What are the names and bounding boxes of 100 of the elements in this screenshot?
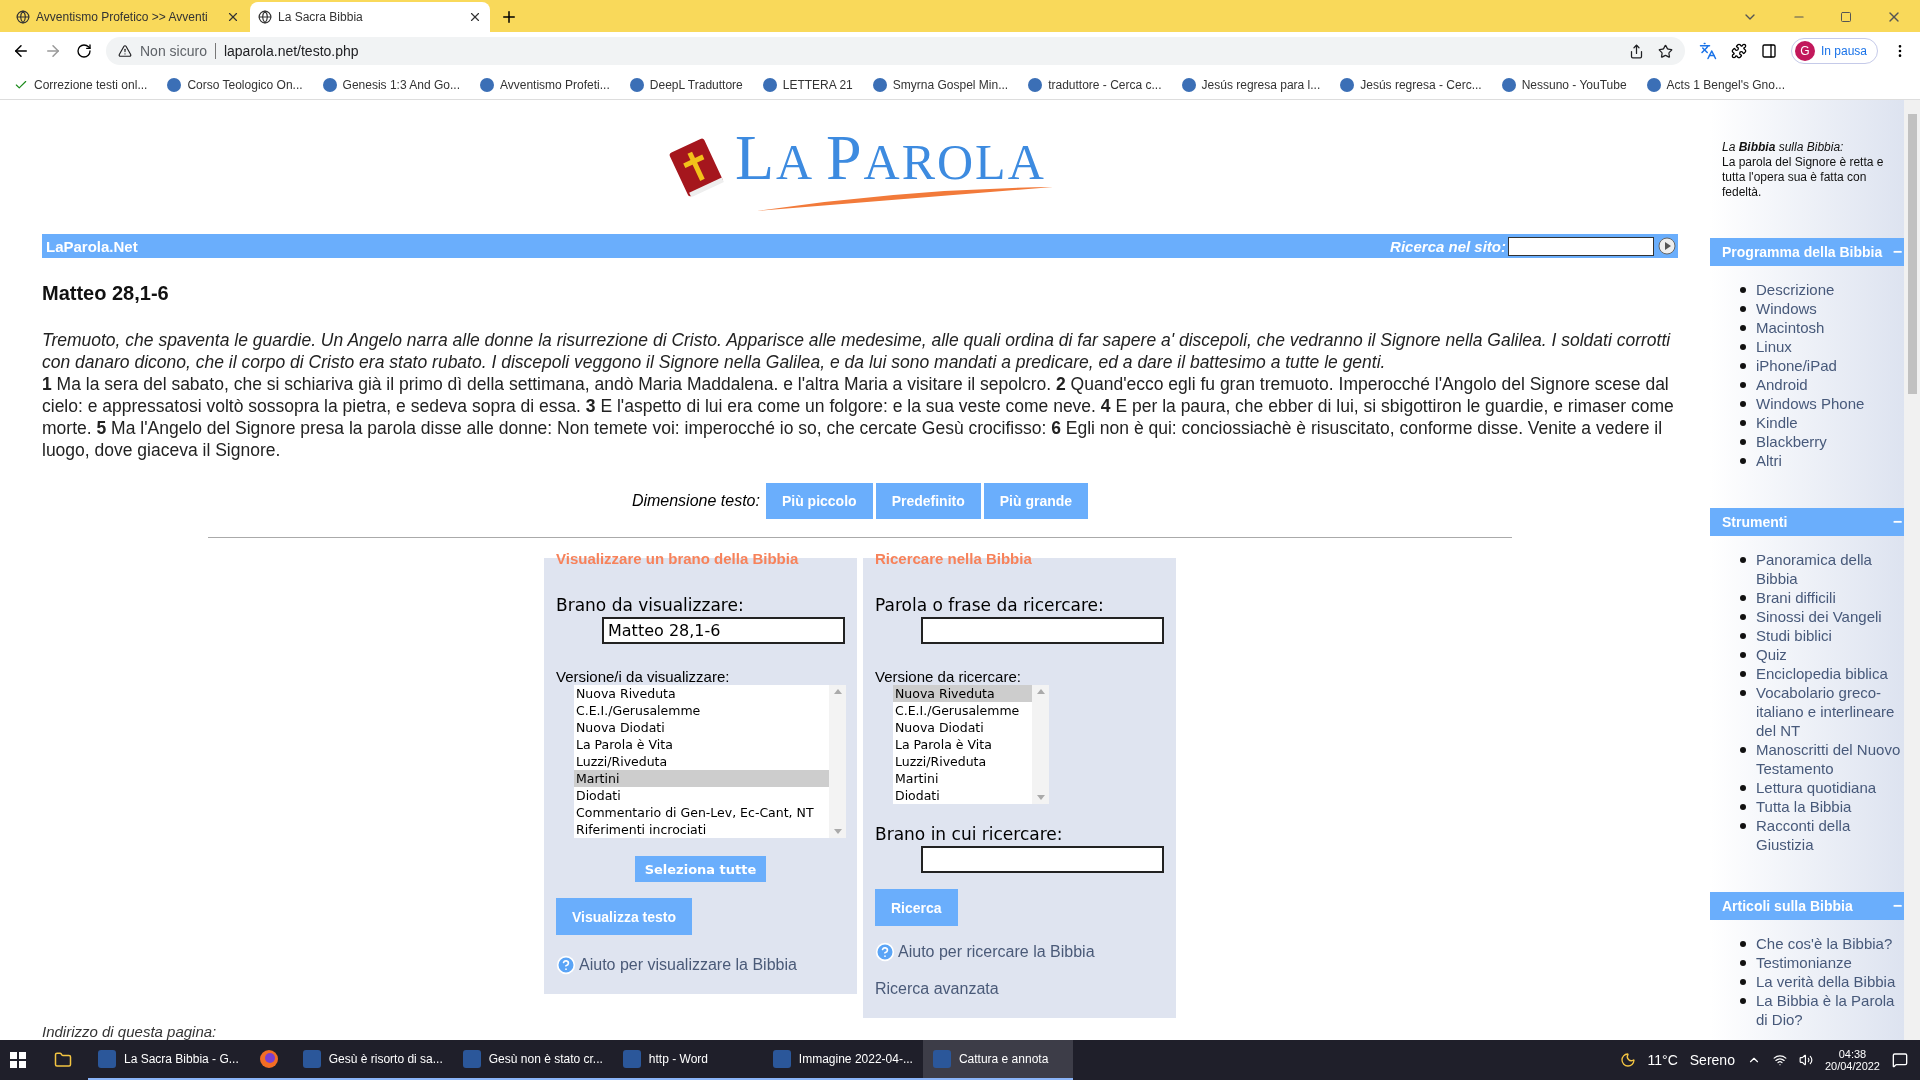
back-icon[interactable] <box>12 42 30 60</box>
sidebar-link[interactable]: Macintosh <box>1756 318 1825 337</box>
puzzle-icon[interactable] <box>1730 43 1747 59</box>
help-link[interactable]: Aiuto per ricercare la Bibbia <box>875 942 1164 962</box>
version-option[interactable]: Riferimenti incrociati <box>574 821 829 838</box>
version-option[interactable]: Nuova Riveduta <box>574 685 829 702</box>
share-icon[interactable] <box>1628 43 1644 59</box>
sidebar-link[interactable]: iPhone/iPad <box>1756 356 1837 375</box>
bookmark[interactable]: DeepL Traduttore <box>629 77 743 92</box>
version-option[interactable]: Commentario di Gen-Lev, Ec-Cant, NT <box>574 804 829 821</box>
version-option[interactable]: La Parola è Vita <box>893 736 1032 753</box>
sidebar-link[interactable]: Lettura quotidiana <box>1756 778 1877 797</box>
close-icon[interactable] <box>468 10 482 24</box>
version-option[interactable]: Nuova Diodati <box>574 719 829 736</box>
sidebar-link[interactable]: Altri <box>1756 451 1782 470</box>
sidebar-link[interactable]: Studi biblici <box>1756 626 1832 645</box>
version-option[interactable]: Luzzi/Riveduta <box>893 753 1032 770</box>
taskbar-item[interactable]: http - Word <box>612 1040 763 1080</box>
wifi-icon[interactable] <box>1772 1053 1787 1067</box>
passage-field[interactable]: Matteo 28,1-6 <box>602 617 845 644</box>
version-option[interactable]: Martini <box>893 770 1032 787</box>
version-option[interactable]: Luzzi/Riveduta <box>574 753 829 770</box>
restore-icon[interactable] <box>1840 11 1852 23</box>
bookmark[interactable]: Avventismo Profeti... <box>479 77 610 92</box>
sidebar-link[interactable]: Android <box>1756 375 1808 394</box>
advanced-search-link[interactable]: Ricerca avanzata <box>875 980 1164 998</box>
windows-icon[interactable] <box>10 1052 26 1068</box>
range-field[interactable] <box>921 846 1164 873</box>
taskbar-item[interactable]: Immagine 2022-04-... <box>762 1040 923 1080</box>
sidebar-link[interactable]: Kindle <box>1756 413 1798 432</box>
bookmark[interactable]: Correzione testi onl... <box>14 77 148 92</box>
star-icon[interactable] <box>1657 43 1673 59</box>
version-option[interactable]: C.E.I./Gerusalemme <box>574 702 829 719</box>
bookmark[interactable]: traduttore - Cerca c... <box>1028 77 1162 92</box>
taskbar-item[interactable]: Gesù non è stato cr... <box>452 1040 613 1080</box>
close-icon[interactable] <box>226 10 240 24</box>
taskbar-item[interactable]: Cattura e annota <box>922 1040 1073 1080</box>
sidebar-link[interactable]: La verità della Bibbia <box>1756 972 1896 991</box>
sidebar-link[interactable]: Che cos'è la Bibbia? <box>1756 934 1893 953</box>
new-tab-icon[interactable] <box>500 8 518 26</box>
version-option[interactable]: Nuova Riveduta <box>893 685 1032 702</box>
bullet-icon <box>1740 401 1746 407</box>
sidebar-link[interactable]: Descrizione <box>1756 280 1835 299</box>
sidebar-link[interactable]: Linux <box>1756 337 1792 356</box>
bookmark[interactable]: Jesús regresa - Cerc... <box>1340 77 1482 92</box>
taskbar-item[interactable]: La Sacra Bibbia - G... <box>88 1040 249 1080</box>
sidebar-link[interactable]: Brani difficili <box>1756 588 1836 607</box>
bookmark[interactable]: Genesis 1:3 And Go... <box>322 77 460 92</box>
sidebar-link[interactable]: La Bibbia è la Parola di Dio? <box>1756 991 1904 1029</box>
version-list[interactable]: Nuova Riveduta C.E.I./Gerusalemme Nuova Diodati La Parola è Vita Luzzi/Riveduta Martini Diodati Commentario di Gen-Lev, Ec-Cant, NT Riferimenti incrociati <box>574 685 846 838</box>
sidebar-link[interactable]: Vocabolario greco-italiano e interlineare del NT <box>1756 683 1904 740</box>
bookmark[interactable]: LETTERA 21 <box>762 77 853 92</box>
sidebar-link[interactable]: Racconti della Giustizia <box>1756 816 1904 854</box>
play-icon[interactable] <box>1658 237 1676 255</box>
help-icon <box>556 955 576 975</box>
sidebar-link[interactable]: Manoscritti del Nuovo Testamento <box>1756 740 1904 778</box>
range-label: Brano in cui ricercare: <box>875 824 1064 844</box>
bullet-icon <box>1740 420 1746 426</box>
version-option[interactable]: La Parola è Vita <box>574 736 829 753</box>
sidebar-link[interactable]: Tutta la Bibbia <box>1756 797 1852 816</box>
browser-tab[interactable]: La Sacra Bibbia <box>250 2 490 32</box>
phrase-field[interactable] <box>921 617 1164 644</box>
version-option[interactable]: Nuova Diodati <box>893 719 1032 736</box>
taskbar-item[interactable]: Gesù è risorto di sa... <box>292 1040 453 1080</box>
translate-icon[interactable] <box>1698 42 1717 60</box>
volume-icon[interactable] <box>1798 1053 1813 1067</box>
sidebar-link[interactable]: Enciclopedia biblica <box>1756 664 1888 683</box>
forward-icon[interactable] <box>44 42 62 60</box>
version-option[interactable]: Martini <box>574 770 829 787</box>
passage-label: Brano da visualizzare: <box>556 595 745 615</box>
sidebar-link[interactable]: Testimonianze <box>1756 953 1852 972</box>
sidebar-link[interactable]: Quiz <box>1756 645 1787 664</box>
bookmark[interactable]: Acts 1 Bengel's Gno... <box>1646 77 1785 92</box>
bookmark[interactable]: Nessuno - YouTube <box>1501 77 1627 92</box>
sidebar-link[interactable]: Sinossi dei Vangeli <box>1756 607 1882 626</box>
sidebar-link[interactable]: Windows <box>1756 299 1817 318</box>
sidebar-icon[interactable] <box>1760 43 1777 59</box>
bookmark[interactable]: Smyrna Gospel Min... <box>872 77 1009 92</box>
clock[interactable]: 04:38 20/04/2022 <box>1824 1048 1880 1072</box>
version-option[interactable]: C.E.I./Gerusalemme <box>893 702 1032 719</box>
versions-label: Versione/i da visualizzare: <box>556 668 731 685</box>
page-scrollbar[interactable] <box>1904 100 1920 1040</box>
browser-icon[interactable] <box>258 1049 279 1069</box>
help-link[interactable]: Aiuto per visualizzare la Bibbia <box>556 955 845 975</box>
site-search-field[interactable] <box>1508 236 1654 256</box>
sidebar-link[interactable]: Blackberry <box>1756 432 1827 451</box>
bookmark[interactable]: Corso Teologico On... <box>167 77 303 92</box>
version-option[interactable]: Diodati <box>574 787 829 804</box>
bullet-icon <box>1740 382 1746 388</box>
address-bar[interactable]: Non sicuro laparola.net/testo.php <box>106 37 1685 65</box>
reload-icon[interactable] <box>76 43 92 59</box>
sidebar-link[interactable]: Windows Phone <box>1756 394 1865 413</box>
bookmark[interactable]: Jesús regresa para l... <box>1181 77 1321 92</box>
version-list[interactable]: Nuova Riveduta C.E.I./Gerusalemme Nuova Diodati La Parola è Vita Luzzi/Riveduta Martini Diodati <box>893 685 1049 804</box>
notification-icon[interactable] <box>1892 1052 1908 1068</box>
version-option[interactable]: Diodati <box>893 787 1032 804</box>
folder-icon[interactable] <box>54 1051 72 1069</box>
search-label: Ricerca nel sito: <box>1390 237 1506 255</box>
browser-tab[interactable]: Avventismo Profetico >> Avventi <box>8 2 248 32</box>
sidebar-link[interactable]: Panoramica della Bibbia <box>1756 550 1904 588</box>
